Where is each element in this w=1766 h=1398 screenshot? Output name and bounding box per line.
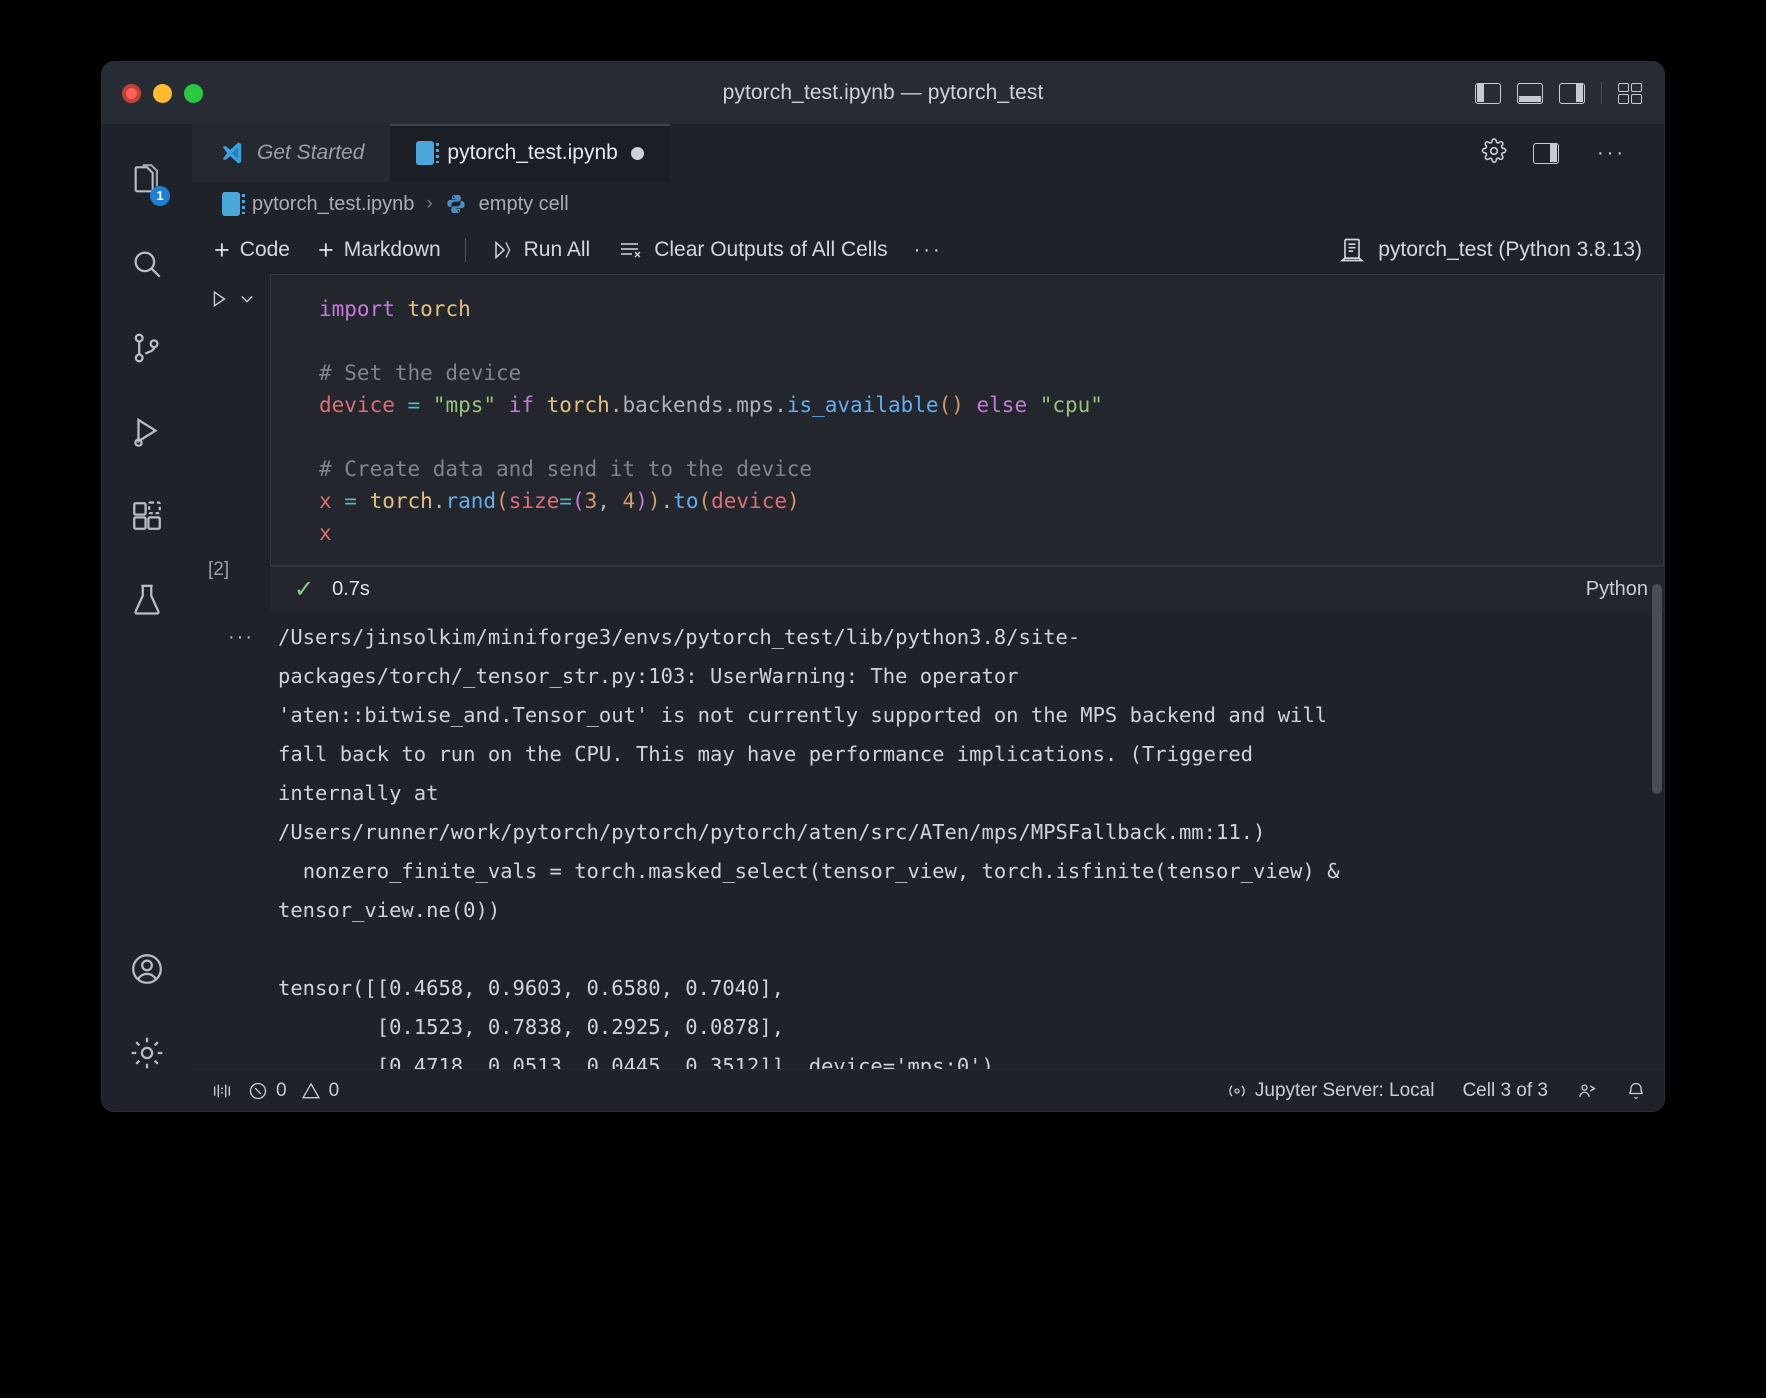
add-markdown-label: Markdown — [343, 238, 441, 261]
warning-icon — [301, 1082, 320, 1098]
notebook-surface: [2] import torch # Set the device device… — [192, 274, 1664, 1069]
title-bar: pytorch_test.ipynb — pytorch_test — [102, 62, 1664, 124]
tab-label: pytorch_test.ipynb — [447, 141, 618, 164]
workbench-body: 1 Get Started pytorch_test.ipynb ··· pyt… — [102, 124, 1664, 1111]
add-code-label: Code — [239, 238, 290, 261]
python-icon — [447, 194, 465, 214]
toggle-panel-icon[interactable] — [1517, 82, 1543, 104]
error-count: 0 — [276, 1079, 287, 1101]
cell-source-code[interactable]: import torch # Set the device device = "… — [271, 293, 1663, 565]
breadcrumb-symbol[interactable]: empty cell — [479, 193, 569, 216]
status-warnings[interactable]: 0 — [301, 1079, 340, 1102]
tab-get-started[interactable]: Get Started — [192, 124, 391, 182]
execution-time: 0.7s — [332, 578, 370, 600]
minimize-window-button[interactable] — [153, 83, 172, 103]
run-all-label: Run All — [523, 238, 591, 261]
zoom-window-button[interactable] — [184, 83, 203, 103]
chevron-right-icon: › — [426, 193, 433, 214]
output-text: /Users/jinsolkim/miniforge3/envs/pytorch… — [278, 625, 1340, 1069]
add-markdown-cell-button[interactable]: + Markdown — [304, 233, 455, 268]
vscode-window: pytorch_test.ipynb — pytorch_test 1 Get … — [102, 62, 1664, 1111]
tab-pytorch-test-ipynb[interactable]: pytorch_test.ipynb — [390, 124, 671, 182]
close-window-button[interactable] — [122, 83, 141, 103]
kernel-label: pytorch_test (Python 3.8.13) — [1378, 238, 1642, 261]
editor-actions: ··· — [1481, 124, 1664, 182]
editor-tabs: Get Started pytorch_test.ipynb ··· — [192, 124, 1664, 182]
chevron-down-icon[interactable] — [238, 290, 256, 313]
sidebar-item-testing[interactable] — [102, 558, 192, 642]
divider — [464, 238, 466, 262]
jupyter-server-status[interactable]: Jupyter Server: Local — [1227, 1079, 1435, 1102]
notifications-bell-icon[interactable] — [1626, 1080, 1646, 1102]
cell-main: import torch # Set the device device = "… — [270, 274, 1664, 612]
split-editor-icon[interactable] — [1533, 142, 1560, 164]
warning-count: 0 — [328, 1079, 340, 1101]
unsaved-indicator-icon[interactable] — [630, 146, 644, 160]
vscode-logo-icon — [222, 142, 242, 164]
activity-bar: 1 — [102, 124, 192, 1111]
editor-more-actions-icon[interactable]: ··· — [1585, 142, 1638, 165]
sidebar-item-manage-settings[interactable] — [102, 1011, 192, 1095]
window-controls — [122, 83, 203, 103]
cell-run-controls — [192, 274, 270, 317]
clear-outputs-button[interactable]: Clear Outputs of All Cells — [604, 234, 901, 266]
sidebar-item-run-and-debug[interactable] — [102, 390, 192, 474]
plus-icon: + — [317, 234, 334, 265]
remote-window-icon[interactable] — [210, 1080, 234, 1102]
success-check-icon: ✓ — [294, 576, 315, 603]
server-icon — [1339, 238, 1365, 262]
tab-label: Get Started — [257, 141, 365, 164]
plus-icon: + — [214, 234, 230, 265]
clear-outputs-label: Clear Outputs of All Cells — [654, 238, 888, 261]
notebook-cell: [2] import torch # Set the device device… — [192, 274, 1664, 612]
sidebar-item-accounts[interactable] — [102, 927, 192, 1011]
add-code-cell-button[interactable]: + Code — [200, 233, 304, 268]
sidebar-item-search[interactable] — [102, 222, 192, 306]
customize-layout-icon[interactable] — [1618, 82, 1642, 104]
notebook-more-actions-icon[interactable]: ··· — [902, 239, 955, 262]
notebook-file-icon — [222, 192, 245, 216]
cell-output: ··· /Users/jinsolkim/miniforge3/envs/pyt… — [192, 612, 1664, 1069]
run-all-button[interactable]: Run All — [476, 234, 605, 266]
cell-language[interactable]: Python — [1586, 578, 1648, 601]
editor-area: Get Started pytorch_test.ipynb ··· pytor… — [192, 124, 1664, 1111]
cell-position[interactable]: Cell 3 of 3 — [1462, 1080, 1548, 1102]
breadcrumb-file[interactable]: pytorch_test.ipynb — [252, 193, 414, 216]
breadcrumb: pytorch_test.ipynb › empty cell — [192, 182, 1664, 226]
execution-count: [2] — [208, 559, 230, 580]
live-share-icon[interactable] — [1576, 1081, 1598, 1101]
toggle-primary-sidebar-icon[interactable] — [1475, 82, 1501, 104]
broadcast-icon — [1229, 1085, 1245, 1096]
status-bar: 0 0 Jupyter Server: Local Cell 3 of 3 — [192, 1069, 1664, 1111]
error-icon — [249, 1082, 267, 1099]
jupyter-server-label: Jupyter Server: Local — [1254, 1079, 1435, 1101]
output-scrollbar-thumb[interactable] — [1652, 584, 1662, 794]
notebook-scroll-container[interactable]: [2] import torch # Set the device device… — [192, 274, 1664, 1069]
clear-outputs-icon — [621, 243, 641, 258]
cell-gutter: [2] — [192, 274, 270, 612]
toggle-secondary-sidebar-icon[interactable] — [1559, 82, 1585, 104]
kernel-selector[interactable]: pytorch_test (Python 3.8.13) — [1338, 236, 1664, 264]
settings-gear-icon[interactable] — [1481, 137, 1507, 169]
sidebar-item-source-control[interactable] — [102, 306, 192, 390]
notebook-file-icon — [416, 141, 440, 165]
divider — [1601, 82, 1602, 104]
output-more-actions-icon[interactable]: ··· — [192, 612, 270, 1069]
status-errors[interactable]: 0 — [248, 1080, 287, 1102]
explorer-badge: 1 — [150, 186, 170, 206]
status-bar-right: Jupyter Server: Local Cell 3 of 3 — [1227, 1080, 1646, 1102]
notebook-toolbar: + Code + Markdown Run All Clear Outputs … — [192, 226, 1664, 274]
run-cell-icon[interactable] — [208, 286, 230, 317]
layout-controls — [1475, 82, 1642, 104]
sidebar-item-extensions[interactable] — [102, 474, 192, 558]
window-title: pytorch_test.ipynb — pytorch_test — [722, 81, 1044, 104]
cell-status-line: ✓ 0.7s Python — [270, 566, 1664, 612]
run-all-icon — [494, 240, 510, 260]
code-editor[interactable]: import torch # Set the device device = "… — [270, 274, 1664, 566]
sidebar-item-explorer[interactable]: 1 — [102, 138, 192, 222]
